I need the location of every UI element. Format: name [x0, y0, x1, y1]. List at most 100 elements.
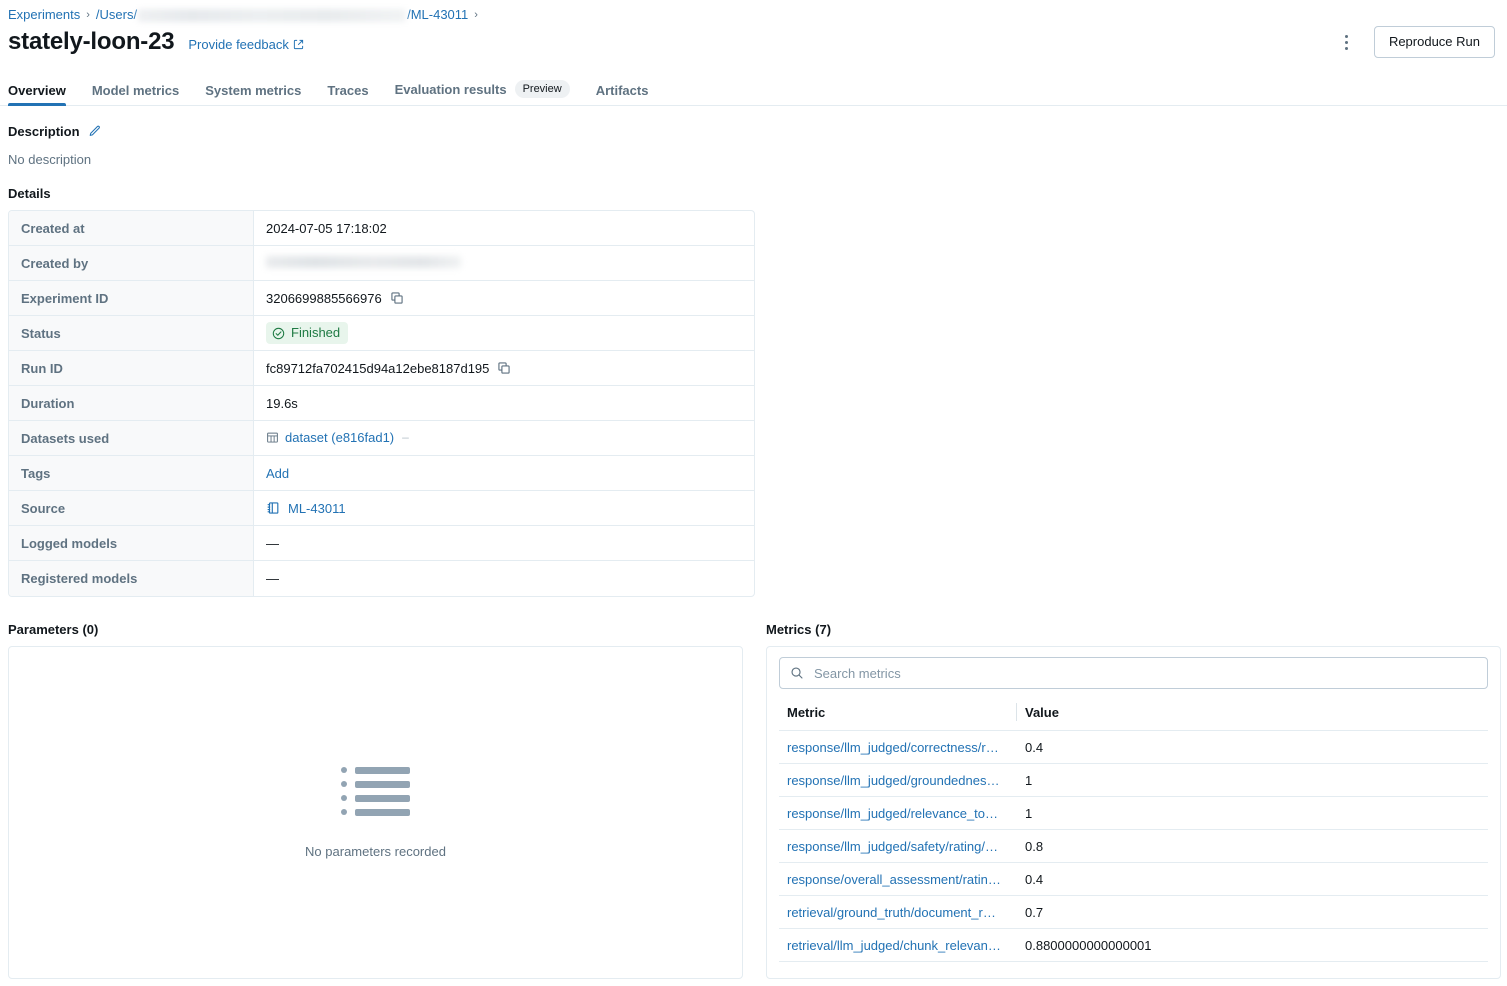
provide-feedback-label: Provide feedback	[188, 37, 288, 52]
tab-bar: Overview Model metrics System metrics Tr…	[0, 76, 1507, 106]
breadcrumb-separator-trailing-icon: ›	[474, 6, 478, 24]
search-input[interactable]	[812, 665, 1477, 682]
source-link[interactable]: ML-43011	[266, 501, 742, 516]
dataset-link[interactable]: dataset (e816fad1) –	[266, 430, 409, 445]
metric-value-cell: 0.8800000000000001	[1017, 929, 1488, 962]
run-id-text: fc89712fa702415d94a12ebe8187d195	[266, 361, 489, 376]
pencil-icon[interactable]	[88, 125, 101, 138]
experiment-id-text: 3206699885566976	[266, 291, 382, 306]
metric-link[interactable]: response/llm_judged/correctness/r…	[787, 740, 1009, 755]
detail-value-status: Finished	[254, 316, 754, 351]
detail-label-created-at: Created at	[9, 211, 254, 246]
metric-link[interactable]: response/overall_assessment/ratin…	[787, 872, 1009, 887]
tab-overview-label: Overview	[8, 83, 66, 98]
list-placeholder-icon	[341, 767, 410, 816]
column-header-value[interactable]: Value	[1017, 699, 1488, 731]
detail-value-duration: 19.6s	[254, 386, 754, 421]
detail-value-experiment-id: 3206699885566976	[254, 281, 754, 316]
tab-system-metrics[interactable]: System metrics	[205, 83, 301, 105]
table-row: Source ML-43011	[9, 491, 754, 526]
tab-evaluation-results-label: Evaluation results	[395, 82, 507, 97]
metric-link[interactable]: response/llm_judged/relevance_to…	[787, 806, 1009, 821]
breadcrumb-redacted-segment	[138, 9, 406, 22]
detail-value-registered-models: —	[254, 561, 754, 596]
details-heading: Details	[8, 186, 51, 201]
detail-label-duration: Duration	[9, 386, 254, 421]
detail-value-source: ML-43011	[254, 491, 754, 526]
status-label: Finished	[291, 324, 340, 342]
breadcrumb-item-user-path[interactable]: /Users/ /ML-43011	[96, 6, 468, 24]
table-row: Registered models —	[9, 561, 754, 596]
column-header-metric[interactable]: Metric	[779, 699, 1017, 731]
table-row: response/llm_judged/correctness/r… 0.4	[779, 731, 1488, 764]
breadcrumb-separator-icon: ›	[86, 6, 90, 24]
breadcrumb: Experiments › /Users/ /ML-43011 ›	[8, 6, 478, 24]
metrics-table: Metric Value response/llm_judged/correct…	[779, 699, 1488, 962]
header-actions: Reproduce Run	[1334, 26, 1495, 58]
add-tag-link[interactable]: Add	[266, 466, 289, 481]
check-circle-icon	[272, 327, 285, 340]
breadcrumb-users-label: /Users/	[96, 6, 137, 24]
source-link-label: ML-43011	[288, 501, 346, 516]
dataset-suffix: –	[402, 430, 409, 444]
table-row: retrieval/ground_truth/document_r… 0.7	[779, 896, 1488, 929]
metric-value-cell: 0.4	[1017, 863, 1488, 896]
detail-value-tags: Add	[254, 456, 754, 491]
detail-label-registered-models: Registered models	[9, 561, 254, 596]
tab-artifacts-label: Artifacts	[596, 83, 649, 98]
page-title: stately-loon-23	[8, 28, 174, 56]
metric-value-cell: 0.7	[1017, 896, 1488, 929]
table-row: response/llm_judged/safety/rating/… 0.8	[779, 830, 1488, 863]
kebab-menu-icon[interactable]	[1334, 27, 1360, 57]
detail-label-run-id: Run ID	[9, 351, 254, 386]
metrics-search-box[interactable]	[779, 657, 1488, 689]
copy-icon[interactable]	[497, 361, 511, 375]
table-row: Status Finished	[9, 316, 754, 351]
table-icon	[266, 431, 279, 444]
metric-link[interactable]: retrieval/ground_truth/document_r…	[787, 905, 1009, 920]
description-body: No description	[8, 152, 91, 167]
parameters-empty-text: No parameters recorded	[305, 844, 446, 859]
metrics-panel: Metric Value response/llm_judged/correct…	[766, 646, 1501, 979]
tab-model-metrics[interactable]: Model metrics	[92, 83, 179, 105]
parameters-heading: Parameters (0)	[8, 622, 98, 637]
search-icon	[790, 666, 804, 680]
detail-value-created-at: 2024-07-05 17:18:02	[254, 211, 754, 246]
reproduce-run-button[interactable]: Reproduce Run	[1374, 26, 1495, 58]
metric-link[interactable]: response/llm_judged/safety/rating/…	[787, 839, 1009, 854]
detail-value-run-id: fc89712fa702415d94a12ebe8187d195	[254, 351, 754, 386]
table-row: retrieval/llm_judged/chunk_relevan… 0.88…	[779, 929, 1488, 962]
preview-badge: Preview	[515, 80, 570, 98]
dataset-link-label: dataset (e816fad1)	[285, 430, 394, 445]
tab-evaluation-results[interactable]: Evaluation results Preview	[395, 80, 570, 105]
table-row: response/llm_judged/groundednes… 1	[779, 764, 1488, 797]
metric-link[interactable]: response/llm_judged/groundednes…	[787, 773, 1009, 788]
notebook-icon	[266, 501, 280, 515]
detail-label-logged-models: Logged models	[9, 526, 254, 561]
status-badge: Finished	[266, 322, 348, 344]
detail-label-created-by: Created by	[9, 246, 254, 281]
table-row: Tags Add	[9, 456, 754, 491]
metric-name-cell: response/llm_judged/correctness/r…	[779, 731, 1017, 764]
tab-traces-label: Traces	[327, 83, 368, 98]
table-row: Run ID fc89712fa702415d94a12ebe8187d195	[9, 351, 754, 386]
detail-value-created-by	[254, 246, 754, 281]
tab-traces[interactable]: Traces	[327, 83, 368, 105]
metrics-table-header-row: Metric Value	[779, 699, 1488, 731]
table-row: Duration 19.6s	[9, 386, 754, 421]
breadcrumb-notebook-label: /ML-43011	[407, 6, 468, 24]
metric-link[interactable]: retrieval/llm_judged/chunk_relevan…	[787, 938, 1009, 953]
metric-value-cell: 1	[1017, 797, 1488, 830]
table-row: response/llm_judged/relevance_to… 1	[779, 797, 1488, 830]
copy-icon[interactable]	[390, 291, 404, 305]
provide-feedback-link[interactable]: Provide feedback	[188, 37, 303, 52]
tab-artifacts[interactable]: Artifacts	[596, 83, 649, 105]
metric-value-cell: 0.8	[1017, 830, 1488, 863]
tab-overview[interactable]: Overview	[8, 83, 66, 105]
metrics-heading: Metrics (7)	[766, 622, 831, 637]
detail-value-logged-models: —	[254, 526, 754, 561]
detail-value-datasets-used: dataset (e816fad1) –	[254, 421, 754, 456]
description-heading-label: Description	[8, 124, 80, 139]
page-header: stately-loon-23 Provide feedback	[8, 28, 304, 56]
breadcrumb-item-experiments[interactable]: Experiments	[8, 6, 80, 24]
